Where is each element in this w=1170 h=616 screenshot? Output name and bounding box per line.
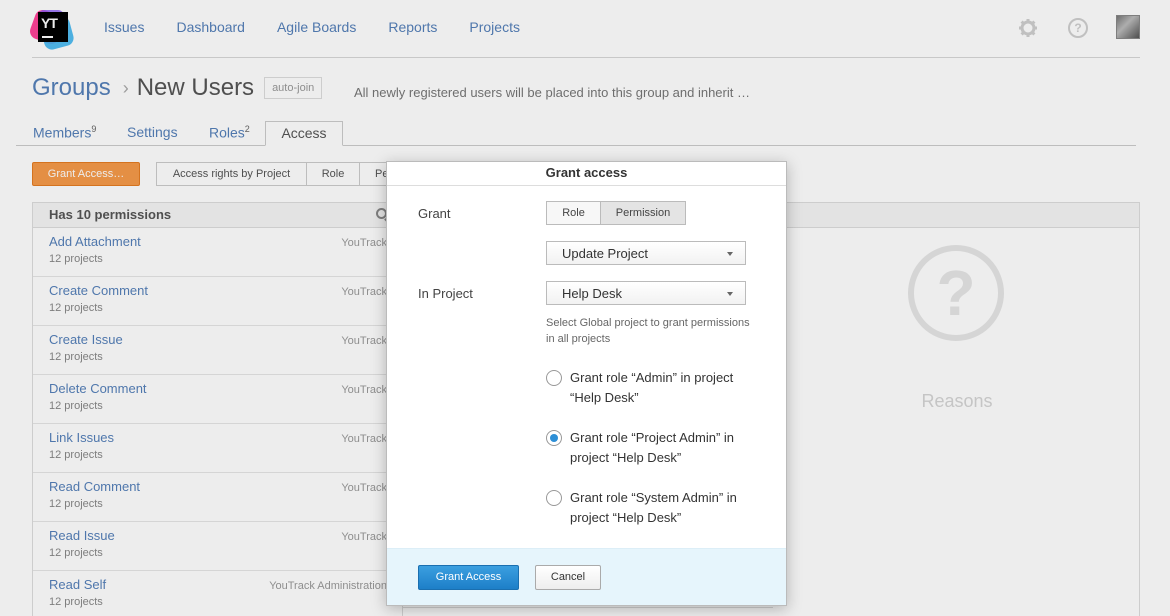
permission-projects: 12 projects xyxy=(49,498,103,510)
gear-icon[interactable] xyxy=(1018,18,1038,38)
tab-roles[interactable]: Roles2 xyxy=(209,124,250,141)
logo-box: YT xyxy=(38,12,68,42)
permission-select[interactable]: Update Project xyxy=(546,241,746,265)
permissions-list: Has 10 permissions Add Attachment 12 pro… xyxy=(32,202,404,616)
grant-option-label: Grant role “Admin” in project “Help Desk… xyxy=(570,370,734,405)
permission-projects: 12 projects xyxy=(49,449,103,461)
grant-access-dialog: Grant access Grant Role Permission Updat… xyxy=(386,161,787,606)
project-label: In Project xyxy=(418,286,473,301)
permission-source: YouTrack xyxy=(341,482,387,494)
chevron-down-icon xyxy=(727,252,733,256)
project-select[interactable]: Help Desk xyxy=(546,281,746,305)
permissions-count: Has 10 permissions xyxy=(49,207,172,222)
list-item[interactable]: Read Comment 12 projects YouTrack xyxy=(33,473,403,522)
permission-name[interactable]: Read Issue xyxy=(49,528,387,543)
project-select-value: Help Desk xyxy=(562,286,622,301)
radio-button-checked[interactable] xyxy=(546,430,562,446)
list-item[interactable]: Create Issue 12 projects YouTrack xyxy=(33,326,403,375)
header-divider xyxy=(32,57,1140,58)
nav-dashboard[interactable]: Dashboard xyxy=(176,19,245,35)
permission-source: YouTrack xyxy=(341,335,387,347)
cancel-button[interactable]: Cancel xyxy=(535,565,601,590)
chevron-down-icon xyxy=(727,292,733,296)
nav-agile-boards[interactable]: Agile Boards xyxy=(277,19,356,35)
tab-roles-count: 2 xyxy=(244,124,250,134)
grant-type-role-toggle[interactable]: Role xyxy=(546,201,601,225)
list-item[interactable]: Delete Comment 12 projects YouTrack xyxy=(33,375,403,424)
permission-projects: 12 projects xyxy=(49,547,103,559)
page: YT Issues Dashboard Agile Boards Reports… xyxy=(0,0,1170,616)
main-nav: Issues Dashboard Agile Boards Reports Pr… xyxy=(104,19,520,35)
submit-grant-access-button[interactable]: Grant Access xyxy=(418,565,519,590)
list-item[interactable]: Read Issue 12 projects YouTrack xyxy=(33,522,403,571)
tab-members-label: Members xyxy=(33,124,92,141)
permission-projects: 12 projects xyxy=(49,400,103,412)
help-icon[interactable]: ? xyxy=(1068,18,1088,38)
nav-projects[interactable]: Projects xyxy=(469,19,520,35)
nav-reports[interactable]: Reports xyxy=(388,19,437,35)
view-by-project-button[interactable]: Access rights by Project xyxy=(156,162,307,186)
tab-members-count: 9 xyxy=(91,124,97,134)
permission-source: YouTrack xyxy=(341,384,387,396)
grant-access-button[interactable]: Grant Access… xyxy=(32,162,140,186)
logo-text: YT xyxy=(41,15,58,31)
permission-projects: 12 projects xyxy=(49,302,103,314)
auto-join-badge: auto-join xyxy=(264,77,323,99)
permission-name[interactable]: Create Issue xyxy=(49,332,387,347)
tab-members[interactable]: Members9 xyxy=(33,124,96,141)
list-item[interactable]: Create Comment 12 projects YouTrack xyxy=(33,277,403,326)
permission-name[interactable]: Add Attachment xyxy=(49,234,387,249)
radio-button[interactable] xyxy=(546,490,562,506)
list-item[interactable]: Read Self 12 projects YouTrack Administr… xyxy=(33,571,403,616)
permission-source: YouTrack xyxy=(341,531,387,543)
tab-roles-label: Roles xyxy=(209,124,245,141)
permission-select-value: Update Project xyxy=(562,246,648,261)
top-bar: YT Issues Dashboard Agile Boards Reports… xyxy=(0,0,1170,58)
permission-name[interactable]: Delete Comment xyxy=(49,381,387,396)
permission-projects: 12 projects xyxy=(49,351,103,363)
permission-projects: 12 projects xyxy=(49,253,103,265)
permissions-list-header: Has 10 permissions xyxy=(33,203,403,228)
page-title: New Users xyxy=(136,74,255,101)
grant-label: Grant xyxy=(418,206,451,221)
group-description: All newly registered users will be place… xyxy=(354,85,750,100)
breadcrumb-separator: › xyxy=(122,77,129,98)
question-circle-icon: ? xyxy=(908,245,1004,341)
permission-name[interactable]: Read Comment xyxy=(49,479,387,494)
user-avatar[interactable] xyxy=(1116,15,1140,39)
group-tabs: Members9 Settings Roles2 Access xyxy=(16,121,1136,146)
list-item[interactable]: Add Attachment 12 projects YouTrack xyxy=(33,228,403,277)
reasons-divider xyxy=(403,607,773,608)
radio-button[interactable] xyxy=(546,370,562,386)
grant-type-permission-toggle[interactable]: Permission xyxy=(600,201,686,225)
tab-settings[interactable]: Settings xyxy=(127,124,178,140)
permission-source: YouTrack xyxy=(341,433,387,445)
breadcrumb: Groups › New Users auto-join xyxy=(32,74,323,102)
permission-source: YouTrack Administration xyxy=(269,580,387,592)
breadcrumb-groups-link[interactable]: Groups xyxy=(32,74,111,102)
list-item[interactable]: Link Issues 12 projects YouTrack xyxy=(33,424,403,473)
dialog-footer: Grant Access Cancel xyxy=(387,548,786,605)
youtrack-logo[interactable]: YT xyxy=(27,7,76,52)
dialog-title: Grant access xyxy=(387,162,786,186)
reasons-label: Reasons xyxy=(921,391,993,411)
permission-source: YouTrack xyxy=(341,237,387,249)
permission-projects: 12 projects xyxy=(49,596,103,608)
tab-access[interactable]: Access xyxy=(265,121,343,146)
grant-option-label: Grant role “Project Admin” in project “H… xyxy=(570,430,735,465)
permission-name[interactable]: Create Comment xyxy=(49,283,387,298)
nav-issues[interactable]: Issues xyxy=(104,19,144,35)
permission-name[interactable]: Link Issues xyxy=(49,430,387,445)
permission-source: YouTrack xyxy=(341,286,387,298)
project-hint: Select Global project to grant permissio… xyxy=(546,317,750,345)
grant-option-label: Grant role “System Admin” in project “He… xyxy=(570,490,737,525)
view-by-role-button[interactable]: Role xyxy=(306,162,360,186)
